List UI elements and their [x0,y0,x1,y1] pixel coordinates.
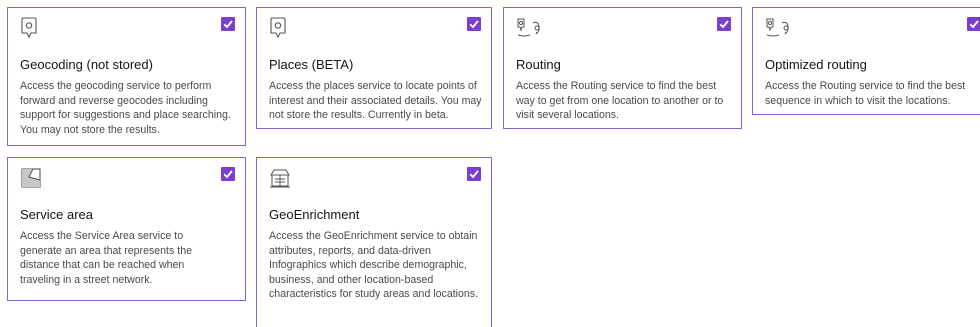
route-icon [516,16,546,44]
card-title: Routing [516,57,561,72]
card-description: Access the Routing service to find the b… [516,80,724,121]
card-title: Places (BETA) [269,57,354,72]
card-description: Access the Routing service to find the b… [765,80,966,107]
checkbox-places[interactable] [467,17,481,31]
card-title: Service area [20,207,93,222]
location-pin-icon [20,16,50,44]
checkbox-geocoding[interactable] [221,17,235,31]
card-service-area[interactable]: Service area Access the Service Area ser… [7,157,246,301]
card-places[interactable]: Places (BETA) Access the places service … [256,7,492,129]
card-routing[interactable]: Routing Access the Routing service to fi… [503,7,742,129]
location-pin-icon [269,16,299,44]
card-description: Access the GeoEnrichment service to obta… [269,230,479,300]
checkbox-service-area[interactable] [221,167,235,181]
card-title: GeoEnrichment [269,207,360,222]
card-title: Optimized routing [765,57,867,72]
card-optimized-routing[interactable]: Optimized routing Access the Routing ser… [752,7,980,115]
card-geoenrichment[interactable]: GeoEnrichment Access the GeoEnrichment s… [256,157,492,327]
geoenrichment-icon [269,166,299,194]
route-icon [765,16,795,44]
checkbox-geoenrichment[interactable] [467,167,481,181]
service-area-icon [20,166,50,194]
card-title: Geocoding (not stored) [20,57,153,72]
card-geocoding[interactable]: Geocoding (not stored) Access the geocod… [7,7,246,146]
checkbox-optimized-routing[interactable] [967,17,980,31]
card-description: Access the geocoding service to perform … [20,80,231,136]
card-description: Access the places service to locate poin… [269,80,482,121]
checkbox-routing[interactable] [717,17,731,31]
card-description: Access the Service Area service to gener… [20,230,192,286]
